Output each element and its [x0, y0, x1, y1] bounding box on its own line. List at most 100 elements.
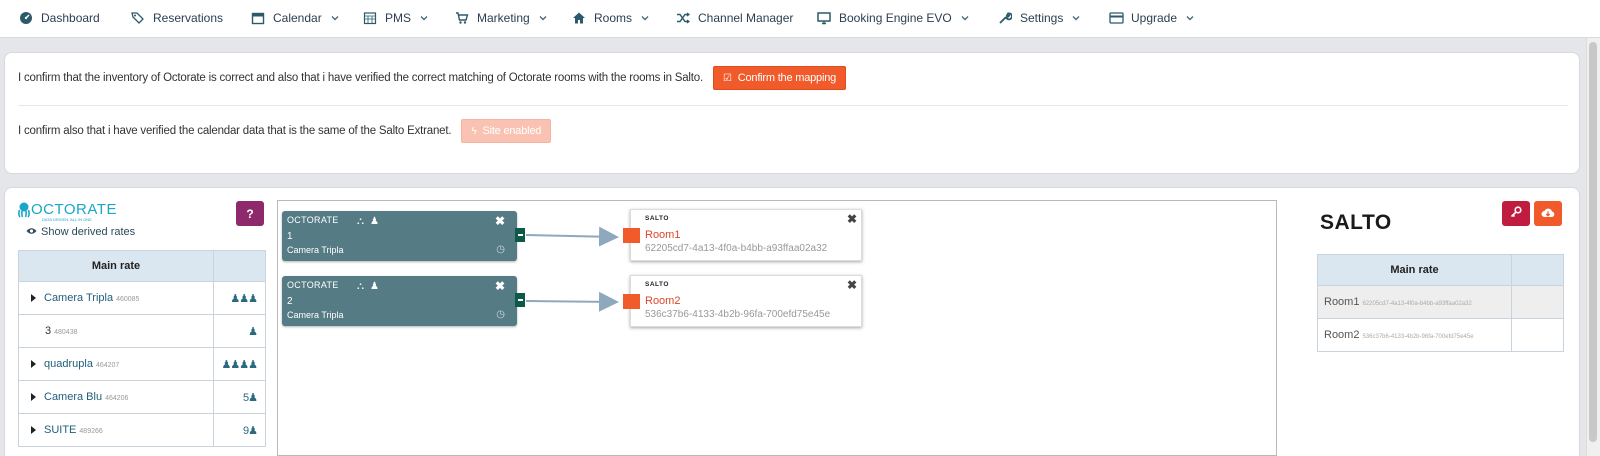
output-port[interactable] — [515, 228, 525, 242]
nav-rooms[interactable]: Rooms — [571, 8, 650, 28]
caret-right-icon[interactable] — [31, 294, 36, 303]
chevron-down-icon — [330, 13, 340, 23]
top-navigation: Dashboard Reservations Calendar PMS Mark… — [0, 0, 1600, 38]
derived-link-label: Show derived rates — [41, 226, 136, 238]
node-number: 2 — [287, 296, 293, 307]
history-icon[interactable]: ◷ — [496, 309, 505, 320]
table-row[interactable]: Camera Tripla 460085 ♟♟♟ — [18, 281, 266, 315]
occupancy-cell — [1511, 285, 1564, 319]
site-enabled-label: Site enabled — [482, 125, 542, 137]
close-icon[interactable]: ✖ — [847, 278, 857, 292]
rate-code: 464206 — [105, 395, 129, 402]
table-row[interactable]: quadrupla 464207 ♟♟♟♟ — [18, 347, 266, 381]
octorate-room-node[interactable]: OCTORATE ⛬ ♟ ✖ 2 Camera Tripla ◷ — [282, 276, 525, 326]
mapping-canvas[interactable]: OCTORATE ⛬ ♟ ✖ 1 Camera Tripla ◷ OCTORATE… — [277, 200, 1277, 456]
nav-channel-manager[interactable]: Channel Manager — [675, 8, 793, 28]
node-icons: ⛬ ♟ — [357, 281, 379, 292]
close-icon[interactable]: ✖ — [847, 212, 857, 226]
octorate-tagline: DATA DRIVEN. ALL IN ONE — [42, 217, 92, 222]
connection-arrow — [525, 291, 619, 312]
nav-marketing[interactable]: Marketing — [454, 8, 548, 28]
shuffle-icon — [675, 11, 691, 25]
nav-label: Marketing — [477, 11, 530, 25]
occupancy-cell: 9♟ — [213, 413, 266, 447]
rate-name: Camera Blu — [44, 391, 103, 403]
salto-room-node[interactable]: SALTO ✖ Room1 62205cd7-4a13-4f0a-b4bb-a9… — [623, 209, 862, 261]
sitemap-icon: ⛬ — [357, 216, 364, 227]
site-enabled-button[interactable]: ϟ Site enabled — [461, 119, 552, 143]
input-port[interactable] — [623, 294, 640, 309]
nav-settings[interactable]: Settings — [997, 8, 1081, 28]
salto-room-node[interactable]: SALTO ✖ Room2 536c37b6-4133-4b2b-96fa-70… — [623, 275, 862, 327]
nav-label: Channel Manager — [698, 11, 794, 25]
confirm-mapping-button[interactable]: ☑ Confirm the mapping — [712, 66, 847, 90]
chevron-down-icon — [538, 13, 548, 23]
rate-name-cell: 3 480438 — [18, 314, 214, 348]
caret-right-icon[interactable] — [31, 426, 36, 435]
node-room-id: 62205cd7-4a13-4f0a-b4bb-a93ffaa02a32 — [645, 243, 828, 254]
rate-name: quadrupla — [44, 358, 93, 370]
node-room-name: Camera Tripla — [287, 245, 344, 255]
salto-rooms-table: Main rate Room1 62205cd7-4a13-4f0a-b4bb-a… — [1317, 254, 1564, 352]
confirm-mapping-label: Confirm the mapping — [737, 72, 837, 84]
nav-label: PMS — [385, 11, 412, 25]
octorate-room-node[interactable]: OCTORATE ⛬ ♟ ✖ 1 Camera Tripla ◷ — [282, 211, 525, 261]
rate-name: 3 — [45, 325, 52, 337]
credentials-key-button[interactable] — [1502, 201, 1530, 226]
octopus-icon — [18, 202, 30, 218]
wrench-icon — [997, 11, 1013, 25]
home-icon — [571, 11, 587, 25]
table-row[interactable]: Room1 62205cd7-4a13-4f0a-b4bb-a93ffaa02a3… — [1317, 285, 1564, 319]
nav-label: Calendar — [273, 11, 322, 25]
node-room-name: Room2 — [645, 295, 681, 307]
person-icon: ♟ — [370, 281, 379, 292]
input-port[interactable] — [623, 228, 640, 243]
history-icon[interactable]: ◷ — [496, 244, 505, 255]
table-header-row: Main rate — [18, 250, 266, 282]
nav-dashboard[interactable]: Dashboard — [18, 8, 100, 28]
table-row[interactable]: SUITE 489266 9♟ — [18, 413, 266, 447]
nav-pms[interactable]: PMS — [362, 8, 429, 28]
close-icon[interactable]: ✖ — [495, 214, 505, 228]
main-rate-header: Main rate — [1317, 254, 1512, 286]
node-room-name: Room1 — [645, 229, 681, 241]
nav-calendar[interactable]: Calendar — [250, 8, 340, 28]
caret-right-icon[interactable] — [31, 360, 36, 369]
output-port[interactable] — [515, 293, 525, 307]
nav-label: Reservations — [153, 11, 224, 25]
cloud-download-icon — [1541, 207, 1555, 221]
show-derived-rates-link[interactable]: Show derived rates — [26, 226, 135, 238]
caret-right-icon[interactable] — [31, 393, 36, 402]
table-row[interactable]: Camera Blu 464206 5♟ — [18, 380, 266, 414]
chevron-down-icon — [1071, 13, 1081, 23]
cart-icon — [454, 11, 470, 25]
help-button[interactable]: ? — [236, 201, 264, 226]
dashboard-icon — [18, 11, 34, 25]
octorate-logo-text: OCTORATE — [31, 201, 117, 218]
rate-name: SUITE — [44, 424, 77, 436]
nav-upgrade[interactable]: Upgrade — [1108, 8, 1195, 28]
sitemap-icon: ⛬ — [357, 281, 364, 292]
chevron-down-icon — [1185, 13, 1195, 23]
node-salto-logo: SALTO — [645, 281, 669, 288]
occupancy-cell: 5♟ — [213, 380, 266, 414]
rate-name: Camera Tripla — [44, 292, 114, 304]
table-row[interactable]: 3 480438 ♟ — [18, 314, 266, 348]
occupancy-header — [213, 250, 266, 282]
connection-arrow — [525, 226, 619, 247]
occupancy-cell: ♟ — [213, 314, 266, 348]
nav-booking-engine[interactable]: Booking Engine EVO — [816, 8, 970, 28]
table-row[interactable]: Room2 536c37b6-4133-4b2b-96fa-700efd75e45… — [1317, 318, 1564, 352]
credit-card-icon — [1108, 11, 1124, 25]
nav-label: Dashboard — [41, 11, 100, 25]
cloud-download-button[interactable] — [1534, 201, 1562, 226]
eye-icon — [26, 226, 37, 238]
grid-calendar-icon — [362, 11, 378, 25]
close-icon[interactable]: ✖ — [495, 279, 505, 293]
person-icon: ♟ — [370, 216, 379, 227]
nav-reservations[interactable]: Reservations — [130, 8, 223, 28]
chevron-down-icon — [640, 13, 650, 23]
check-square-icon: ☑ — [722, 72, 732, 84]
occupancy-header — [1511, 254, 1564, 286]
scrollbar-thumb[interactable] — [1589, 42, 1597, 442]
